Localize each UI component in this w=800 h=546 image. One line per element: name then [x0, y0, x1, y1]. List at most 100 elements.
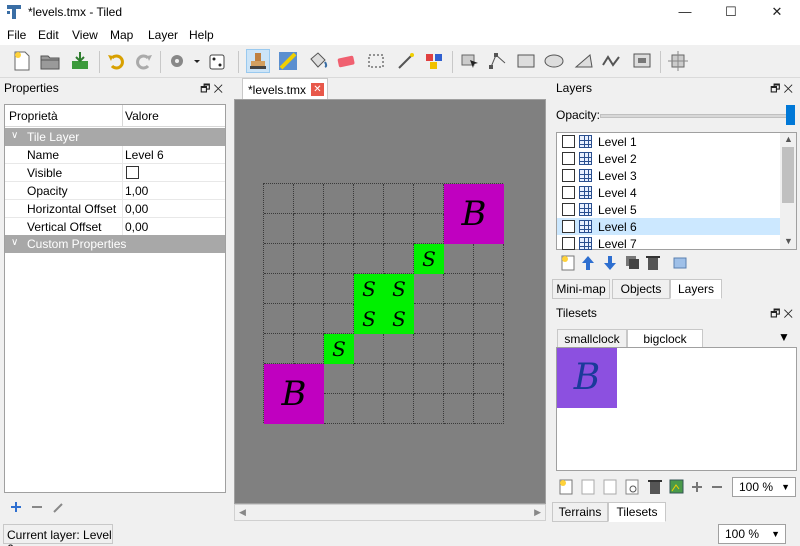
layer-visibility-checkbox[interactable] [562, 237, 575, 250]
prop-row-opacity[interactable]: Opacity 1,00 [5, 182, 225, 200]
grid-cell[interactable] [414, 364, 444, 394]
map-tile-b[interactable]: B [264, 364, 324, 424]
insert-tile-icon[interactable] [630, 49, 654, 73]
grid-cell[interactable] [474, 334, 504, 364]
grid-cell[interactable] [294, 334, 324, 364]
grid-cell[interactable] [384, 184, 414, 214]
layer-visibility-checkbox[interactable] [562, 203, 575, 216]
close-tab-icon[interactable]: ✕ [311, 83, 324, 96]
grid-cell[interactable] [414, 394, 444, 424]
layer-visibility-checkbox[interactable] [562, 169, 575, 182]
scroll-up-icon[interactable]: ▲ [784, 134, 793, 144]
map-tile-s[interactable]: S [384, 274, 414, 304]
tab-smallclock[interactable]: smallclock [557, 329, 627, 349]
layer-row[interactable]: Level 3 [557, 167, 781, 184]
insert-ellipse-icon[interactable] [542, 49, 566, 73]
grid-cell[interactable] [264, 214, 294, 244]
grid-cell[interactable] [384, 244, 414, 274]
raise-layer-icon[interactable] [582, 256, 594, 270]
prop-row-visible[interactable]: Visible [5, 164, 225, 182]
zoom-in-icon[interactable] [692, 482, 702, 492]
grid-cell[interactable] [294, 274, 324, 304]
add-property-icon[interactable] [11, 502, 21, 512]
grid-cell[interactable] [474, 274, 504, 304]
grid-cell[interactable] [354, 334, 384, 364]
grid-cell[interactable] [474, 304, 504, 334]
random-mode-icon[interactable] [206, 49, 230, 73]
grid-cell[interactable] [354, 244, 384, 274]
grid-cell[interactable] [444, 364, 474, 394]
grid-cell[interactable] [384, 214, 414, 244]
tileset-menu-arrow-icon[interactable]: ▼ [778, 330, 790, 344]
grid-cell[interactable] [354, 394, 384, 424]
map-tile-s[interactable]: S [354, 304, 384, 334]
group-tile-layer[interactable]: ∨ Tile Layer [5, 128, 225, 146]
lower-layer-icon[interactable] [604, 256, 616, 270]
layer-row[interactable]: Level 2 [557, 150, 781, 167]
grid-cell[interactable] [354, 184, 384, 214]
grid-cell[interactable] [354, 364, 384, 394]
menu-edit[interactable]: Edit [38, 28, 59, 42]
delete-layer-icon[interactable] [646, 256, 660, 270]
grid-cell[interactable] [324, 364, 354, 394]
prop-row-vertical-offset[interactable]: Vertical Offset 0,00 [5, 218, 225, 236]
grid-cell[interactable] [294, 214, 324, 244]
grid-cell[interactable] [294, 244, 324, 274]
prop-row-horizontal-offset[interactable]: Horizontal Offset 0,00 [5, 200, 225, 218]
map-tile-s[interactable]: S [384, 304, 414, 334]
tile-grid[interactable]: BSSSSSSB [263, 183, 504, 424]
grid-cell[interactable] [444, 244, 474, 274]
insert-rectangle-icon[interactable] [514, 49, 538, 73]
grid-cell[interactable] [414, 274, 444, 304]
grid-cell[interactable] [294, 304, 324, 334]
scroll-left-icon[interactable]: ◀ [239, 507, 246, 518]
map-tile-s[interactable]: S [354, 274, 384, 304]
layer-row[interactable]: Level 5 [557, 201, 781, 218]
opacity-slider-track[interactable] [600, 114, 792, 118]
col-property[interactable]: Proprietà [9, 109, 58, 123]
tileset-view[interactable]: B [556, 347, 797, 471]
tab-terrains[interactable]: Terrains [552, 502, 608, 522]
dock-float-close-buttons[interactable]: 🗗✕ [200, 80, 226, 99]
command-icon[interactable] [166, 49, 202, 73]
opacity-slider-handle[interactable] [786, 105, 795, 125]
terrain-brush-icon[interactable] [276, 49, 300, 73]
collapse-arrow-icon[interactable]: ∨ [11, 237, 18, 248]
toggle-other-layers-icon[interactable] [673, 257, 687, 269]
dock-float-close-buttons[interactable]: 🗗✕ [770, 80, 796, 99]
layer-row[interactable]: Level 4 [557, 184, 781, 201]
scroll-down-icon[interactable]: ▼ [784, 236, 793, 246]
grid-cell[interactable] [324, 394, 354, 424]
undo-icon[interactable] [104, 49, 128, 73]
menu-file[interactable]: File [7, 28, 26, 42]
select-objects-icon[interactable] [458, 49, 482, 73]
grid-cell[interactable] [324, 184, 354, 214]
layer-list-scrollbar[interactable]: ▲ ▼ [780, 133, 796, 249]
grid-cell[interactable] [384, 394, 414, 424]
map-zoom-select[interactable]: 100 % ▼ [718, 524, 786, 544]
grid-cell[interactable] [264, 244, 294, 274]
world-tool-icon[interactable] [666, 49, 690, 73]
edit-tileset-icon[interactable] [625, 479, 639, 495]
grid-cell[interactable] [264, 274, 294, 304]
grid-cell[interactable] [264, 184, 294, 214]
grid-cell[interactable] [444, 274, 474, 304]
save-icon[interactable] [68, 49, 92, 73]
grid-cell[interactable] [384, 364, 414, 394]
group-custom-properties[interactable]: ∨ Custom Properties [5, 235, 225, 253]
tab-layers[interactable]: Layers [670, 279, 722, 299]
menu-layer[interactable]: Layer [148, 28, 178, 42]
dock-float-close-buttons[interactable]: 🗗✕ [770, 305, 796, 324]
tab-objects[interactable]: Objects [612, 279, 670, 299]
grid-cell[interactable] [474, 394, 504, 424]
grid-cell[interactable] [444, 304, 474, 334]
grid-cell[interactable] [384, 334, 414, 364]
layer-visibility-checkbox[interactable] [562, 152, 575, 165]
layer-visibility-checkbox[interactable] [562, 135, 575, 148]
minimize-button[interactable]: — [662, 0, 708, 25]
menu-help[interactable]: Help [189, 28, 214, 42]
grid-cell[interactable] [474, 244, 504, 274]
grid-cell[interactable] [294, 184, 324, 214]
grid-cell[interactable] [414, 184, 444, 214]
scroll-right-icon[interactable]: ▶ [534, 507, 541, 518]
